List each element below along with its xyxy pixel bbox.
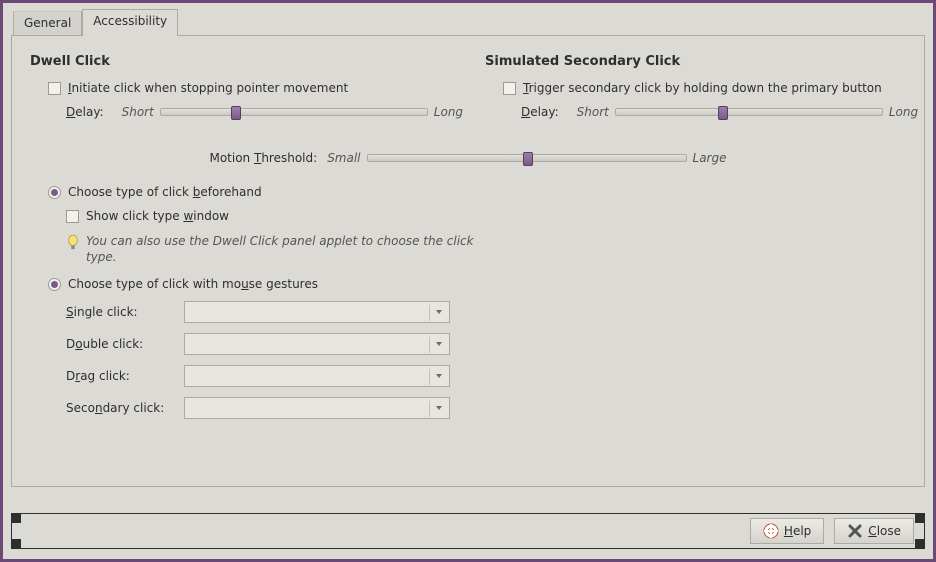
dwell-click-title: Dwell Click xyxy=(30,54,463,69)
double-click-combo[interactable] xyxy=(184,333,450,355)
close-button[interactable]: Close xyxy=(834,518,914,544)
initiate-click-label: Initiate click when stopping pointer mov… xyxy=(68,81,348,95)
simulated-secondary-section: Simulated Secondary Click Trigger second… xyxy=(463,54,918,129)
tab-accessibility[interactable]: Accessibility xyxy=(82,9,178,36)
help-button-label: Help xyxy=(784,524,811,538)
double-click-label: Double click: xyxy=(66,337,184,351)
dwell-hint-text: You can also use the Dwell Click panel a… xyxy=(86,233,478,265)
sim-delay-slider[interactable] xyxy=(615,108,883,116)
drag-click-combo[interactable] xyxy=(184,365,450,387)
tab-bar: General Accessibility xyxy=(13,9,929,35)
sim-delay-label: Delay: xyxy=(521,105,559,119)
choose-gestures-label: Choose type of click with mouse gestures xyxy=(68,277,318,291)
motion-small: Small xyxy=(327,151,360,165)
show-click-window-checkbox[interactable] xyxy=(66,210,79,223)
single-click-combo[interactable] xyxy=(184,301,450,323)
motion-threshold-slider[interactable] xyxy=(367,154,687,162)
dwell-delay-label: Delay: xyxy=(66,105,104,119)
dwell-delay-short: Short xyxy=(122,105,154,119)
dwell-click-section: Dwell Click Initiate click when stopping… xyxy=(30,54,463,129)
motion-threshold-label: Motion Threshold: xyxy=(209,151,317,165)
choose-beforehand-label: Choose type of click beforehand xyxy=(68,185,262,199)
trigger-secondary-checkbox[interactable] xyxy=(503,82,516,95)
preferences-window: General Accessibility Dwell Click Initia… xyxy=(0,0,936,562)
accessibility-panel: Dwell Click Initiate click when stopping… xyxy=(11,35,925,487)
initiate-click-checkbox[interactable] xyxy=(48,82,61,95)
choose-beforehand-radio[interactable] xyxy=(48,186,61,199)
help-icon xyxy=(763,523,779,539)
dwell-delay-thumb[interactable] xyxy=(231,106,241,120)
sim-secondary-title: Simulated Secondary Click xyxy=(485,54,918,69)
motion-large: Large xyxy=(693,151,727,165)
lightbulb-icon xyxy=(66,234,80,252)
trigger-secondary-label: Trigger secondary click by holding down … xyxy=(523,81,882,95)
close-icon xyxy=(847,523,863,539)
single-click-label: Single click: xyxy=(66,305,184,319)
close-button-label: Close xyxy=(868,524,901,538)
show-click-window-label: Show click type window xyxy=(86,209,229,223)
secondary-click-label: Secondary click: xyxy=(66,401,184,415)
secondary-click-combo[interactable] xyxy=(184,397,450,419)
sim-delay-long: Long xyxy=(889,105,918,119)
tab-general[interactable]: General xyxy=(13,11,82,35)
sim-delay-short: Short xyxy=(577,105,609,119)
choose-gestures-radio[interactable] xyxy=(48,278,61,291)
dwell-delay-slider[interactable] xyxy=(160,108,428,116)
dialog-button-bar: Help Close xyxy=(11,513,925,549)
help-button[interactable]: Help xyxy=(750,518,824,544)
sim-delay-thumb[interactable] xyxy=(718,106,728,120)
motion-threshold-thumb[interactable] xyxy=(523,152,533,166)
dwell-delay-long: Long xyxy=(434,105,463,119)
drag-click-label: Drag click: xyxy=(66,369,184,383)
